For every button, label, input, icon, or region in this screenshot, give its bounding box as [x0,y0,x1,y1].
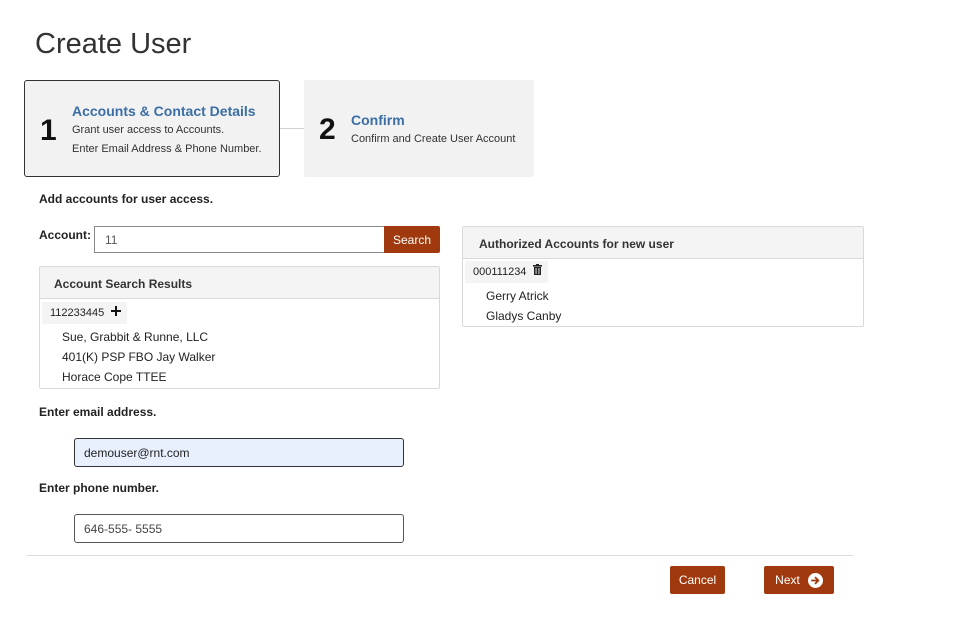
step-connector [280,128,304,129]
step-description: Enter Email Address & Phone Number. [72,143,262,155]
next-button[interactable]: Next [764,566,834,594]
phone-label: Enter phone number. [39,481,160,495]
account-search-results-panel: Account Search Results 112233445 Sue, Gr… [39,266,440,389]
cancel-button[interactable]: Cancel [670,566,725,594]
plus-icon[interactable] [111,302,122,324]
phone-field[interactable] [74,514,404,543]
account-number: 112233445 [50,307,105,319]
step-title: Confirm [351,112,405,128]
authorized-account: 000111234 [465,261,548,283]
account-label: Account: [39,228,91,242]
account-holder: 401(K) PSP FBO Jay Walker [62,350,216,364]
account-holder: Horace Cope TTEE [62,370,167,384]
add-accounts-label: Add accounts for user access. [39,192,214,206]
page-title: Create User [35,28,192,60]
footer-divider [27,555,853,556]
search-result-account[interactable]: 112233445 [42,302,128,324]
search-button[interactable]: Search [384,226,440,253]
step-description: Confirm and Create User Account [351,133,516,145]
arrow-right-circle-icon [807,572,823,588]
panel-header: Authorized Accounts for new user [463,227,863,259]
account-holder: Gladys Canby [486,309,562,323]
step-number: 1 [40,114,57,147]
email-field[interactable] [74,438,404,467]
next-button-label: Next [775,573,800,587]
account-holder: Gerry Atrick [486,289,549,303]
account-search-input[interactable] [94,226,384,253]
account-holder: Sue, Grabbit & Runne, LLC [62,330,209,344]
step-2[interactable]: 2 Confirm Confirm and Create User Accoun… [304,80,534,177]
step-1[interactable]: 1 Accounts & Contact Details Grant user … [24,80,280,177]
step-title: Accounts & Contact Details [72,103,256,119]
authorized-accounts-panel: Authorized Accounts for new user 0001112… [462,226,864,327]
step-number: 2 [319,113,336,146]
panel-header: Account Search Results [40,267,439,299]
step-description: Grant user access to Accounts. [72,124,225,136]
trash-icon[interactable] [532,261,542,283]
account-number: 000111234 [473,266,527,278]
email-label: Enter email address. [39,405,157,419]
